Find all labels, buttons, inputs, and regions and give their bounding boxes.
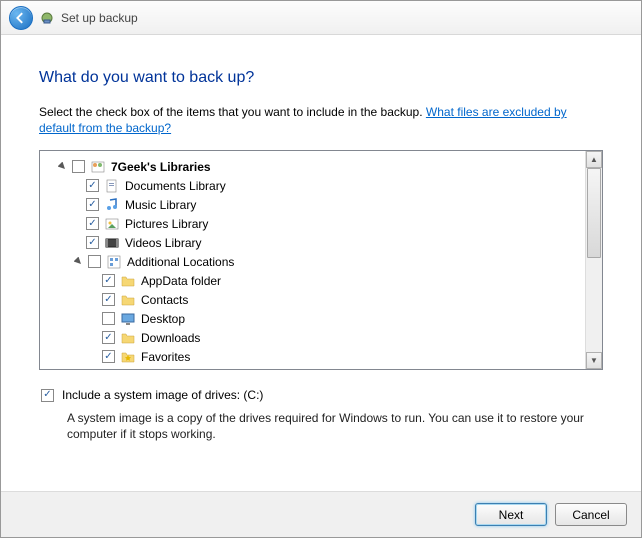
node-label: Favorites — [140, 350, 190, 364]
scroll-thumb[interactable] — [587, 168, 601, 258]
tree-node-additional[interactable]: Additional Locations — [44, 252, 585, 271]
backup-items-tree: 7Geek's Libraries Documents Library Musi… — [39, 150, 603, 370]
checkbox[interactable] — [102, 331, 115, 344]
tree-node[interactable]: AppData folder — [44, 271, 585, 290]
libraries-icon — [90, 159, 106, 175]
desktop-icon — [120, 311, 136, 327]
music-icon — [104, 197, 120, 213]
back-arrow-icon — [15, 12, 27, 24]
scroll-up-button[interactable]: ▲ — [586, 151, 602, 168]
folder-icon — [120, 330, 136, 346]
back-button[interactable] — [9, 6, 33, 30]
tree-node[interactable]: Videos Library — [44, 233, 585, 252]
title-bar: Set up backup — [1, 1, 641, 35]
app-icon — [39, 10, 55, 26]
checkbox[interactable] — [102, 293, 115, 306]
checkbox[interactable] — [88, 255, 101, 268]
documents-icon — [104, 178, 120, 194]
folder-icon — [120, 273, 136, 289]
page-heading: What do you want to back up? — [39, 69, 603, 87]
tree-node[interactable]: Pictures Library — [44, 214, 585, 233]
tree-node-root[interactable]: 7Geek's Libraries — [44, 157, 585, 176]
checkbox[interactable] — [102, 274, 115, 287]
checkbox[interactable] — [102, 350, 115, 363]
node-label: 7Geek's Libraries — [110, 160, 211, 174]
node-label: Videos Library — [124, 236, 202, 250]
node-label: Desktop — [140, 312, 185, 326]
tree-node[interactable]: Favorites — [44, 347, 585, 366]
node-label: Contacts — [140, 293, 188, 307]
cancel-button[interactable]: Cancel — [555, 503, 627, 526]
intro-text: Select the check box of the items that y… — [39, 105, 603, 136]
node-label: Downloads — [140, 331, 200, 345]
folder-icon — [120, 292, 136, 308]
window-title: Set up backup — [61, 11, 138, 25]
tree-node[interactable]: Desktop — [44, 309, 585, 328]
collapse-icon[interactable] — [56, 161, 68, 173]
system-image-label: Include a system image of drives: (C:) — [62, 388, 263, 402]
node-label: AppData folder — [140, 274, 221, 288]
scroll-down-button[interactable]: ▼ — [586, 352, 602, 369]
tree-node[interactable]: Contacts — [44, 290, 585, 309]
system-image-checkbox[interactable] — [41, 389, 54, 402]
tree-node[interactable]: Documents Library — [44, 176, 585, 195]
system-image-row: Include a system image of drives: (C:) — [39, 388, 603, 402]
locations-icon — [106, 254, 122, 270]
checkbox[interactable] — [86, 217, 99, 230]
node-label: Music Library — [124, 198, 196, 212]
pictures-icon — [104, 216, 120, 232]
checkbox[interactable] — [72, 160, 85, 173]
next-button[interactable]: Next — [475, 503, 547, 526]
checkbox[interactable] — [102, 312, 115, 325]
favorites-icon — [120, 349, 136, 365]
content-area: What do you want to back up? Select the … — [1, 35, 641, 443]
node-label: Documents Library — [124, 179, 226, 193]
tree-viewport: 7Geek's Libraries Documents Library Musi… — [40, 151, 585, 369]
checkbox[interactable] — [86, 198, 99, 211]
node-label: Additional Locations — [126, 255, 234, 269]
tree-node[interactable]: Music Library — [44, 195, 585, 214]
scroll-track[interactable] — [586, 168, 602, 352]
button-bar: Next Cancel — [1, 491, 641, 537]
collapse-icon[interactable] — [72, 256, 84, 268]
node-label: Pictures Library — [124, 217, 208, 231]
system-image-desc: A system image is a copy of the drives r… — [67, 410, 603, 442]
checkbox[interactable] — [86, 236, 99, 249]
intro-pre: Select the check box of the items that y… — [39, 105, 426, 119]
scrollbar[interactable]: ▲ ▼ — [585, 151, 602, 369]
checkbox[interactable] — [86, 179, 99, 192]
videos-icon — [104, 235, 120, 251]
tree-node[interactable]: Downloads — [44, 328, 585, 347]
